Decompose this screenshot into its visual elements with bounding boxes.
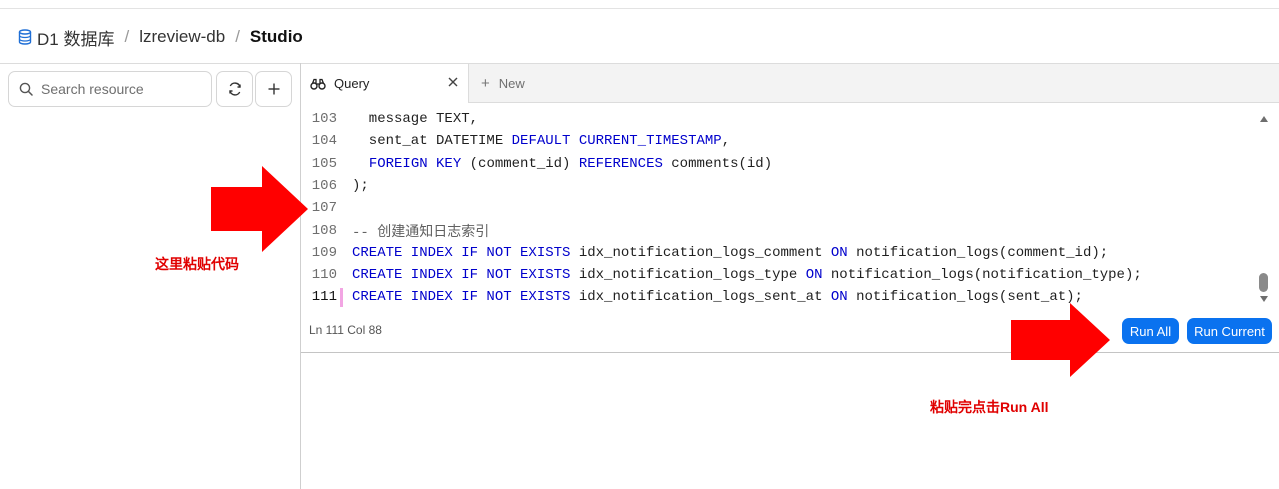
code-line[interactable]: 108 -- 创建通知日志索引 [301, 220, 1261, 242]
sql-text: idx_notification_logs_sent_at [570, 289, 831, 306]
sql-text: ); [352, 177, 369, 194]
refresh-button[interactable] [216, 71, 253, 107]
sql-keyword: REFERENCES [578, 155, 663, 172]
sql-keyword: FOREIGN KEY [368, 155, 462, 172]
sql-keyword: ON [805, 267, 823, 284]
scroll-up-arrow-icon[interactable] [1260, 116, 1268, 122]
code-line[interactable]: 103 message TEXT, [301, 108, 1261, 130]
paste-hint-annotation: 这里粘贴代码 [155, 256, 239, 272]
code-text: CREATE INDEX IF NOT EXISTS idx_notificat… [352, 267, 1142, 283]
sql-text: sent_at DATETIME [352, 133, 512, 150]
breadcrumb-item-database[interactable]: D1 数据库 [37, 25, 114, 50]
add-resource-button[interactable] [255, 71, 292, 107]
line-number: 111 [311, 289, 337, 306]
sql-text: (comment_id) [461, 155, 579, 172]
sql-text: message TEXT, [352, 111, 479, 127]
code-line[interactable]: 106); [301, 175, 1261, 197]
sql-text: comments(id) [662, 155, 773, 172]
breadcrumb-separator: / [124, 27, 130, 46]
cursor-position-status: Ln 111 Col 88 [309, 323, 382, 337]
code-line[interactable]: 109 CREATE INDEX IF NOT EXISTS idx_notifi… [301, 242, 1261, 264]
plus-icon: + [481, 75, 490, 92]
active-line-marker [340, 288, 343, 308]
code-text: CREATE INDEX IF NOT EXISTS idx_notificat… [352, 245, 1108, 261]
database-icon [18, 29, 32, 45]
sql-keyword: CREATE INDEX IF NOT EXISTS [352, 267, 571, 284]
search-box[interactable] [8, 71, 212, 107]
code-line[interactable]: 105 FOREIGN KEY (comment_id) REFERENCES … [301, 153, 1261, 175]
refresh-icon [228, 82, 241, 96]
code-line[interactable]: 110 CREATE INDEX IF NOT EXISTS idx_notifi… [301, 264, 1261, 286]
sql-text: notification_logs(comment_id); [847, 244, 1109, 261]
binoculars-icon [310, 78, 326, 90]
code-text: message TEXT, [352, 111, 478, 127]
sql-text: idx_notification_logs_comment [570, 244, 831, 261]
line-number: 104 [311, 133, 337, 150]
line-number: 110 [311, 267, 337, 284]
close-icon[interactable] [447, 76, 459, 88]
sql-text: idx_notification_logs_type [570, 267, 806, 284]
tab-new-label: New [498, 76, 525, 91]
breadcrumb-separator: / [235, 27, 240, 46]
run-current-button[interactable]: Run Current [1187, 318, 1272, 344]
sql-keyword: ON [830, 244, 848, 261]
scroll-down-arrow-icon[interactable] [1260, 296, 1268, 302]
breadcrumb-item-studio: Studio [249, 27, 303, 46]
tab-query-label: Query [334, 76, 370, 91]
sql-keyword: DEFAULT CURRENT_TIMESTAMP [511, 133, 722, 150]
code-text: sent_at DATETIME DEFAULT CURRENT_TIMESTA… [352, 133, 730, 149]
breadcrumb-item-db-name[interactable]: lzreview-db [139, 27, 225, 47]
search-input[interactable] [41, 81, 191, 97]
sql-text: notification_logs(notification_type); [822, 267, 1142, 284]
code-text: ); [352, 178, 369, 194]
code-line[interactable]: 111 CREATE INDEX IF NOT EXISTS idx_notifi… [301, 286, 1261, 308]
editor-scrollbar-thumb[interactable] [1259, 273, 1268, 292]
editor-tab-bar: Query + New [301, 64, 1279, 103]
tab-new[interactable]: + New [481, 64, 525, 103]
sql-keyword: CREATE INDEX IF NOT EXISTS [352, 244, 571, 261]
breadcrumb: D1 数据库 / lzreview-db / Studio [18, 25, 303, 50]
plus-icon [268, 83, 279, 95]
code-line[interactable]: 104 sent_at DATETIME DEFAULT CURRENT_TIM… [301, 130, 1261, 152]
sql-editor[interactable]: 103 message TEXT, 104 sent_at DATETIME DE… [301, 108, 1261, 308]
sql-comment: -- 创建通知日志索引 [352, 224, 490, 241]
code-text: FOREIGN KEY (comment_id) REFERENCES comm… [352, 156, 772, 172]
sql-keyword: ON [830, 289, 848, 306]
sql-text: , [721, 133, 731, 150]
tab-query[interactable]: Query [301, 64, 469, 103]
sql-keyword: CREATE INDEX IF NOT EXISTS [352, 289, 571, 306]
red-arrow-icon [211, 166, 308, 252]
code-line[interactable]: 107 [301, 197, 1261, 219]
results-divider [301, 352, 1279, 353]
red-arrow-icon [1011, 303, 1110, 377]
line-number: 103 [311, 111, 337, 127]
run-hint-annotation: 粘贴完点击Run All [930, 399, 1049, 415]
top-divider [0, 8, 1279, 9]
search-icon [19, 82, 33, 96]
code-text: -- 创建通知日志索引 [352, 221, 489, 241]
run-all-button[interactable]: Run All [1122, 318, 1179, 344]
code-text: CREATE INDEX IF NOT EXISTS idx_notificat… [352, 289, 1083, 305]
